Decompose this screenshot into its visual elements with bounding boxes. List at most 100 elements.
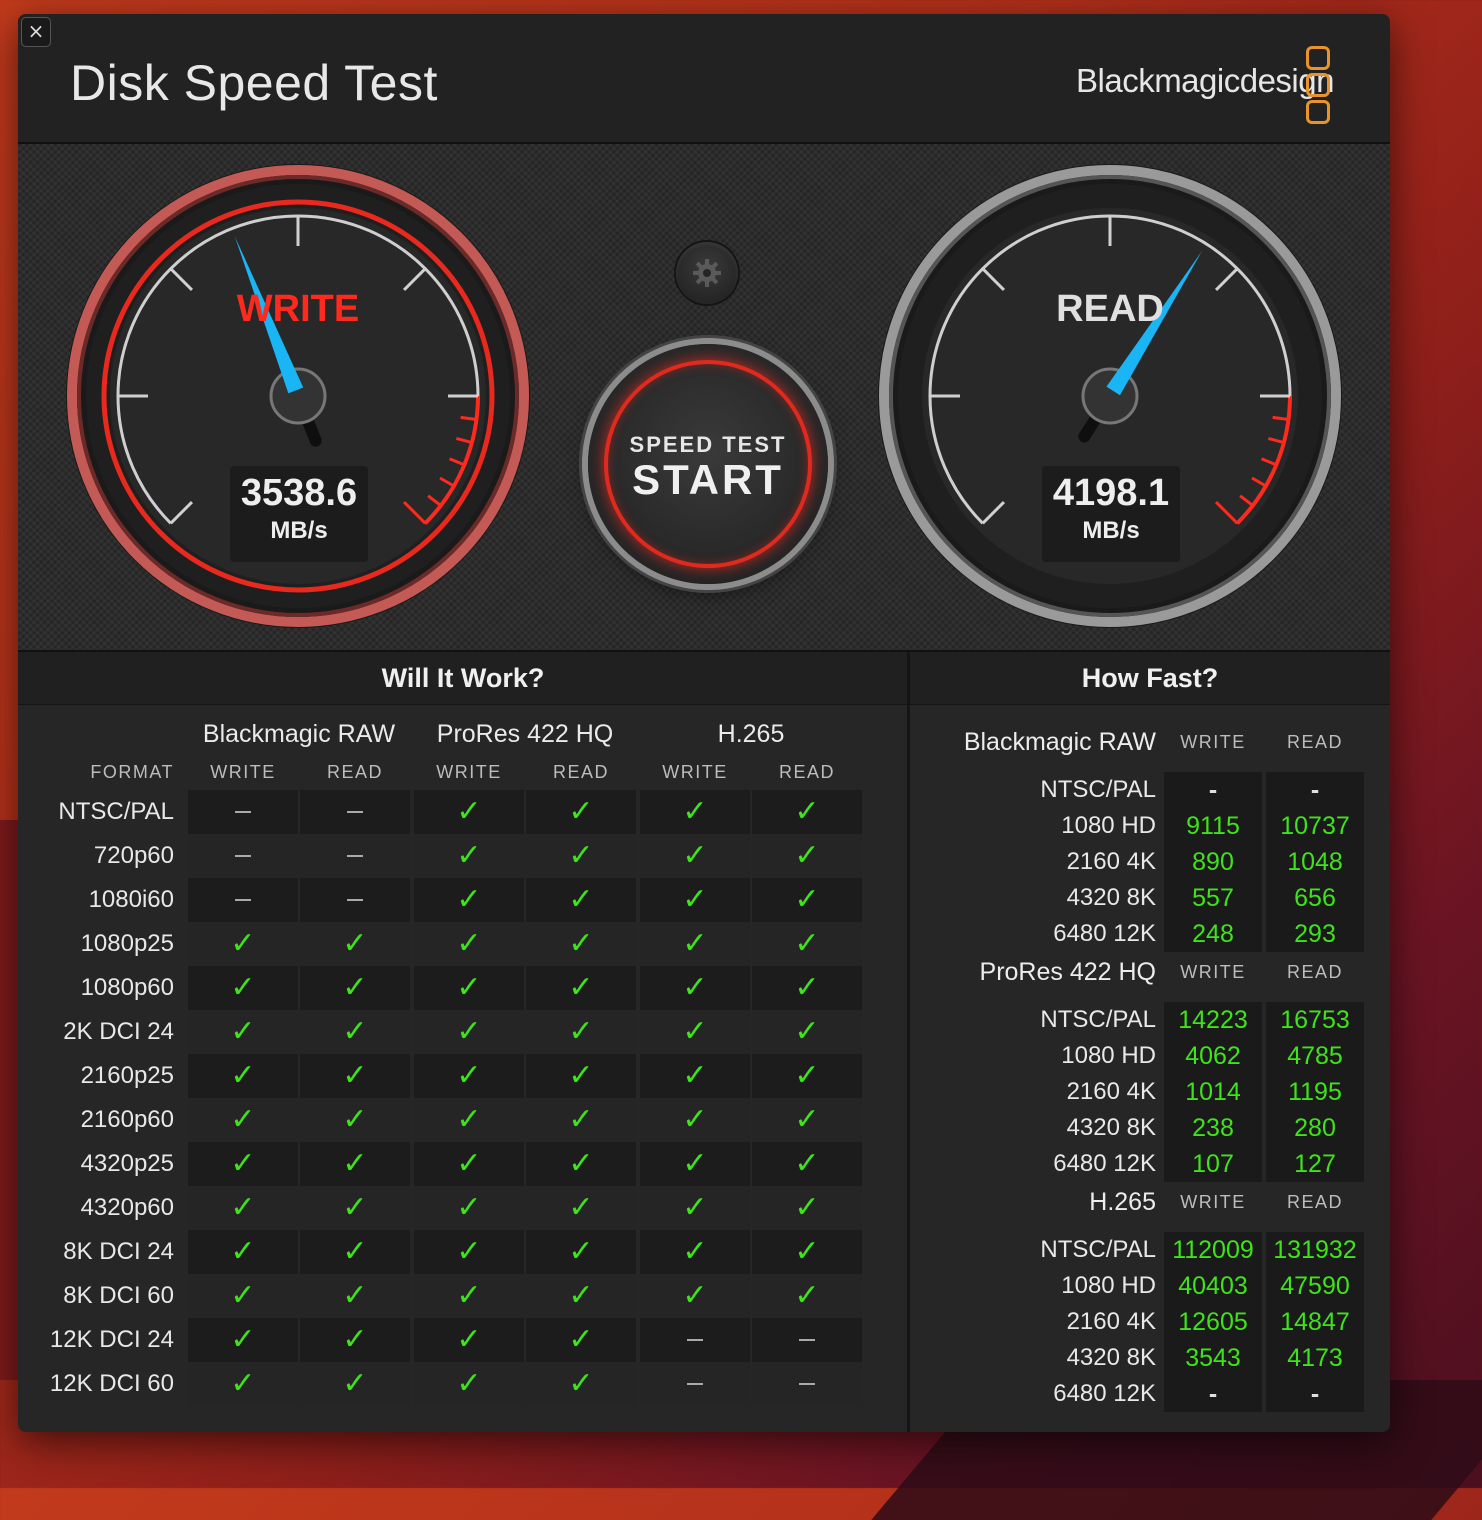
table-row: 4320p25 ✓ ✓ ✓ ✓ ✓ ✓ (18, 1142, 908, 1186)
compat-cell: ✓ (188, 1098, 298, 1142)
compat-cell: ✓ (752, 1010, 862, 1054)
close-icon[interactable]: × (21, 17, 51, 47)
compat-cell: ✓ (300, 1010, 410, 1054)
read-fps-value: 131932 (1266, 1232, 1364, 1268)
table-row: 8K DCI 60 ✓ ✓ ✓ ✓ ✓ ✓ (18, 1274, 908, 1318)
check-icon: ✓ (230, 1234, 256, 1269)
check-icon: ✓ (568, 1146, 594, 1181)
write-fps-value: 4062 (1164, 1038, 1262, 1074)
format-label: 4320p60 (80, 1194, 174, 1221)
start-button[interactable]: SPEED TEST START (588, 344, 828, 584)
compat-cell (640, 1362, 750, 1406)
app-title: Disk Speed Test (70, 55, 438, 111)
compat-cell: ✓ (752, 1230, 862, 1274)
check-icon: ✓ (794, 1278, 820, 1313)
compat-cell: ✓ (300, 1186, 410, 1230)
table-row: 1080 HD 4062 4785 (910, 1038, 1390, 1074)
table-row: 2160 4K 12605 14847 (910, 1304, 1390, 1340)
table-row: 4320 8K 238 280 (910, 1110, 1390, 1146)
format-label: 1080p60 (80, 974, 174, 1001)
read-subheader: READ (326, 762, 383, 782)
write-subheader: WRITE (662, 762, 728, 782)
compat-cell: ✓ (526, 790, 636, 834)
check-icon: ✓ (682, 1278, 708, 1313)
write-fps-value: 238 (1164, 1110, 1262, 1146)
table-row: 720p60 ✓ ✓ ✓ ✓ (18, 834, 908, 878)
read-subheader: READ (778, 762, 835, 782)
compat-cell: ✓ (300, 922, 410, 966)
compat-cell: ✓ (414, 1274, 524, 1318)
compat-cell (640, 1318, 750, 1362)
table-row: 2160 4K 890 1048 (910, 844, 1390, 880)
write-fps-value: 40403 (1164, 1268, 1262, 1304)
check-icon: ✓ (230, 1190, 256, 1225)
write-fps-value: 248 (1164, 916, 1262, 952)
compat-cell: ✓ (188, 1142, 298, 1186)
compat-cell: ✓ (414, 1230, 524, 1274)
resolution-label: NTSC/PAL (1040, 1236, 1156, 1263)
table-row: 1080p25 ✓ ✓ ✓ ✓ ✓ ✓ (18, 922, 908, 966)
format-label: 8K DCI 24 (63, 1238, 174, 1265)
check-icon: ✓ (568, 1058, 594, 1093)
gauge-redline-tick (1272, 415, 1289, 421)
dash-icon (235, 810, 251, 813)
write-speed-value: 3538.6 (240, 472, 358, 514)
compat-cell: ✓ (752, 790, 862, 834)
group-header: Blackmagic RAW (202, 720, 396, 748)
check-icon: ✓ (456, 1146, 482, 1181)
table-row: NTSC/PAL 14223 16753 (910, 1002, 1390, 1038)
settings-button[interactable] (676, 242, 738, 304)
app-window: × Disk Speed Test Blackmagicdesign WRITE… (18, 14, 1390, 1432)
write-fps-value: 557 (1164, 880, 1262, 916)
resolution-label: 1080 HD (1061, 1272, 1156, 1299)
compat-cell: ✓ (526, 1362, 636, 1406)
will-it-work-title: Will It Work? (18, 652, 908, 705)
check-icon: ✓ (794, 970, 820, 1005)
write-fps-value: 112009 (1164, 1232, 1262, 1268)
dash-icon (235, 898, 251, 901)
format-label: 4320p25 (80, 1150, 174, 1177)
table-row: NTSC/PAL ✓ ✓ ✓ ✓ (18, 790, 908, 834)
write-fps-value: 890 (1164, 844, 1262, 880)
check-icon: ✓ (794, 1234, 820, 1269)
check-icon: ✓ (456, 1058, 482, 1093)
read-subheader: READ (1286, 1192, 1343, 1212)
compat-cell: ✓ (188, 1010, 298, 1054)
compat-cell: ✓ (640, 1186, 750, 1230)
read-fps-value: 47590 (1266, 1268, 1364, 1304)
compat-cell: ✓ (526, 922, 636, 966)
resolution-label: 1080 HD (1061, 812, 1156, 839)
write-subheader: WRITE (436, 762, 502, 782)
resolution-label: 6480 12K (1053, 1150, 1156, 1177)
check-icon: ✓ (568, 1102, 594, 1137)
check-icon: ✓ (456, 1278, 482, 1313)
check-icon: ✓ (794, 1058, 820, 1093)
compat-cell: ✓ (300, 1318, 410, 1362)
check-icon: ✓ (230, 1102, 256, 1137)
table-row: NTSC/PAL - - (910, 772, 1390, 808)
compat-cell: ✓ (640, 1098, 750, 1142)
check-icon: ✓ (342, 1014, 368, 1049)
check-icon: ✓ (568, 1322, 594, 1357)
write-subheader: WRITE (1180, 1192, 1246, 1212)
header: Disk Speed Test Blackmagicdesign (18, 14, 1390, 144)
read-fps-value: 293 (1266, 916, 1364, 952)
compat-cell (300, 834, 410, 878)
compat-cell: ✓ (526, 1318, 636, 1362)
compat-cell: ✓ (414, 878, 524, 922)
compat-cell: ✓ (188, 922, 298, 966)
check-icon: ✓ (682, 1058, 708, 1093)
check-icon: ✓ (230, 1058, 256, 1093)
read-fps-value: 656 (1266, 880, 1364, 916)
write-fps-value: 1014 (1164, 1074, 1262, 1110)
check-icon: ✓ (456, 1366, 482, 1401)
compat-cell: ✓ (414, 1098, 524, 1142)
compat-cell: ✓ (414, 834, 524, 878)
gauge-redline-tick (460, 415, 477, 421)
compat-cell: ✓ (526, 1010, 636, 1054)
check-icon: ✓ (682, 1190, 708, 1225)
write-subheader: WRITE (1180, 962, 1246, 982)
table-row: 2160p25 ✓ ✓ ✓ ✓ ✓ ✓ (18, 1054, 908, 1098)
check-icon: ✓ (342, 970, 368, 1005)
read-fps-value: 127 (1266, 1146, 1364, 1182)
